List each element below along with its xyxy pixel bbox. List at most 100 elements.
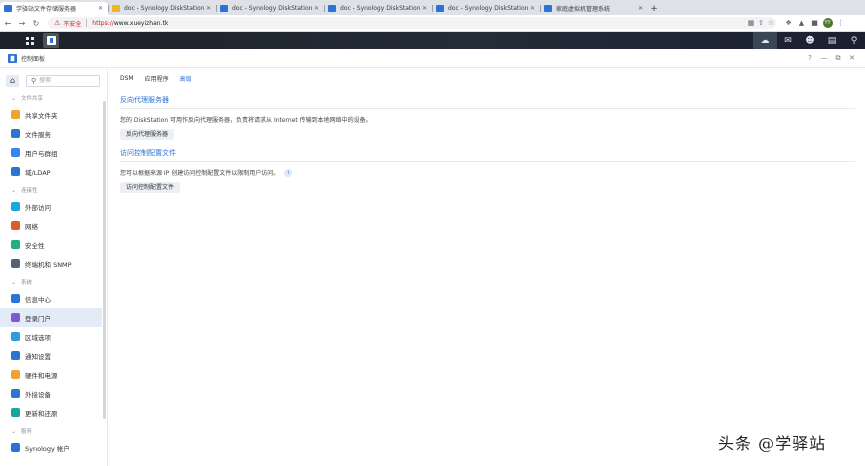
content-tab[interactable]: 高级 [180, 74, 192, 83]
notifications-icon[interactable]: ✉ [777, 32, 799, 49]
favicon-icon [436, 5, 444, 12]
sidebar-item[interactable]: 域/LDAP [0, 162, 107, 181]
search-input[interactable] [39, 77, 94, 84]
browser-tab[interactable]: doc - Synology DiskStation ✕ [432, 2, 540, 15]
content-tab[interactable]: 应用程序 [145, 74, 169, 83]
sidebar-scrollbar[interactable] [103, 101, 106, 419]
reload-icon[interactable]: ↻ [30, 17, 42, 29]
extension-icon[interactable]: ❖ [782, 17, 795, 29]
sidebar-item[interactable]: 硬件和电源 [0, 365, 107, 384]
security-label[interactable]: 不安全 [63, 19, 81, 28]
info-icon[interactable]: i [284, 168, 293, 177]
browser-tab-title: doc - Synology DiskStation [124, 5, 205, 12]
sidebar-item[interactable]: 区域选项 [0, 327, 107, 346]
help-icon[interactable]: ? [803, 54, 817, 63]
bookmark-star-icon[interactable]: ☆ [766, 19, 776, 27]
window-title: 控制面板 [21, 55, 46, 63]
profile-button[interactable]: YY [821, 17, 834, 29]
sidebar-section-header[interactable]: ⌄ 文件共享 [0, 91, 107, 105]
sidebar-item[interactable]: 外接设备 [0, 384, 107, 403]
browser-menu-icon[interactable]: ⋮ [834, 17, 847, 29]
content-tab[interactable]: DSM [120, 75, 134, 82]
sidebar-item[interactable]: 共享文件夹 [0, 105, 107, 124]
close-tab-icon[interactable]: ✕ [529, 5, 536, 12]
close-tab-icon[interactable]: ✕ [97, 5, 104, 12]
close-tab-icon[interactable]: ✕ [313, 5, 320, 12]
back-icon[interactable]: ← [2, 17, 14, 29]
side-panel-icon[interactable]: ■ [808, 17, 821, 29]
chevron-down-icon: ⌄ [11, 186, 17, 194]
sidebar-item-icon [11, 259, 20, 268]
browser-tab[interactable]: 学驿站文件存储服务器 ✕ [0, 2, 108, 15]
browser-tab-title: 家庭虚拟机管理系统 [556, 6, 611, 13]
sidebar-section-header[interactable]: ⌄ 服务 [0, 424, 107, 438]
sidebar-item[interactable]: 外部访问 [0, 197, 107, 216]
restore-icon[interactable]: ⧉ [831, 54, 845, 63]
url-protocol: https:// [92, 19, 114, 27]
close-tab-icon[interactable]: ✕ [205, 5, 212, 12]
address-bar[interactable]: ⚠ 不安全 https:// www.xueyizhan.tk ▦ ⇧ ☆ [48, 17, 776, 29]
translate-icon[interactable]: ▦ [746, 19, 756, 27]
sidebar-section-label: 文件共享 [21, 96, 44, 102]
browser-tab-title: doc - Synology DiskStation [232, 5, 313, 12]
sidebar-item[interactable]: 安全性 [0, 235, 107, 254]
sidebar-item[interactable]: 信息中心 [0, 289, 107, 308]
sidebar-item-icon [11, 408, 20, 417]
sidebar-item-icon [11, 443, 20, 452]
section-heading: 访问控制配置文件 [120, 148, 855, 162]
close-icon[interactable]: ✕ [845, 54, 859, 63]
browser-tab-title: 学驿站文件存储服务器 [16, 6, 77, 13]
sidebar-item-icon [11, 370, 20, 379]
user-icon[interactable]: ☻ [799, 32, 821, 49]
forward-icon[interactable]: → [16, 17, 28, 29]
search-box[interactable]: ⚲ [26, 74, 100, 87]
sidebar-item-label: 终端机和 SNMP [25, 260, 72, 269]
sidebar-item[interactable]: 网络 [0, 216, 107, 235]
control-panel-icon [46, 36, 56, 45]
extensions-puzzle-icon[interactable]: ▲ [795, 17, 808, 29]
sidebar-item-icon [11, 129, 20, 138]
browser-tab-strip: 学驿站文件存储服务器 ✕ doc - Synology DiskStation ✕ do… [0, 0, 865, 15]
avatar[interactable]: YY [822, 18, 833, 28]
browser-tab[interactable]: doc - Synology DiskStation ✕ [324, 2, 432, 15]
sidebar-item-icon [11, 351, 20, 360]
sidebar-section-header[interactable]: ⌄ 连接性 [0, 183, 107, 197]
sidebar-item-label: 用户与群组 [25, 149, 58, 158]
browser-tab[interactable]: doc - Synology DiskStation ✕ [216, 2, 324, 15]
sidebar-item-icon [11, 221, 20, 230]
sidebar-item-label: 外部访问 [25, 203, 51, 212]
browser-tab[interactable]: doc - Synology DiskStation ✕ [108, 2, 216, 15]
sidebar-item[interactable]: 更新和还原 [0, 403, 107, 422]
sidebar-item-icon [11, 202, 20, 211]
sidebar-item-label: 网络 [25, 222, 38, 231]
sidebar-item[interactable]: 用户与群组 [0, 143, 107, 162]
share-icon[interactable]: ⇧ [756, 19, 766, 27]
sidebar-item-icon [11, 167, 20, 176]
close-tab-icon[interactable]: ✕ [637, 5, 644, 12]
favicon-icon [4, 5, 12, 12]
new-tab-icon[interactable]: + [648, 2, 660, 15]
sidebar-item[interactable]: 文件服务 [0, 124, 107, 143]
sidebar-item[interactable]: 通知设置 [0, 346, 107, 365]
sidebar-section-header[interactable]: ⌄ 系统 [0, 275, 107, 289]
home-icon[interactable]: ⌂ [6, 74, 19, 87]
grid-icon [26, 36, 34, 45]
warning-icon[interactable]: ⚠ [54, 19, 60, 27]
close-tab-icon[interactable]: ✕ [421, 5, 428, 12]
sidebar-item[interactable]: 登录门户 [0, 308, 102, 327]
access-control-profile-button[interactable]: 访问控制配置文件 [120, 182, 181, 193]
sidebar-item[interactable]: 终端机和 SNMP [0, 254, 107, 273]
reverse-proxy-button[interactable]: 反向代理服务器 [120, 129, 175, 140]
minimize-icon[interactable]: — [817, 54, 831, 63]
browser-tab[interactable]: 家庭虚拟机管理系统 ✕ [540, 2, 648, 15]
sidebar-item-label: 登录门户 [25, 314, 51, 323]
access-control-section: 访问控制配置文件 您可以根据来源 IP 创建访问控制配置文件以限制用户访问。 i… [120, 148, 865, 193]
widgets-icon[interactable]: ▤ [821, 32, 843, 49]
synology-account-icon[interactable]: ☁ [753, 32, 777, 49]
control-panel-taskbar-button[interactable] [43, 33, 59, 48]
search-icon[interactable]: ⚲ [843, 32, 865, 49]
main-menu-button[interactable] [21, 32, 39, 49]
content-tabs: DSM 应用程序 高级 [120, 69, 865, 87]
sidebar-item[interactable]: Synology 帐户 [0, 438, 107, 457]
sidebar-item-label: 更新和还原 [25, 409, 58, 418]
